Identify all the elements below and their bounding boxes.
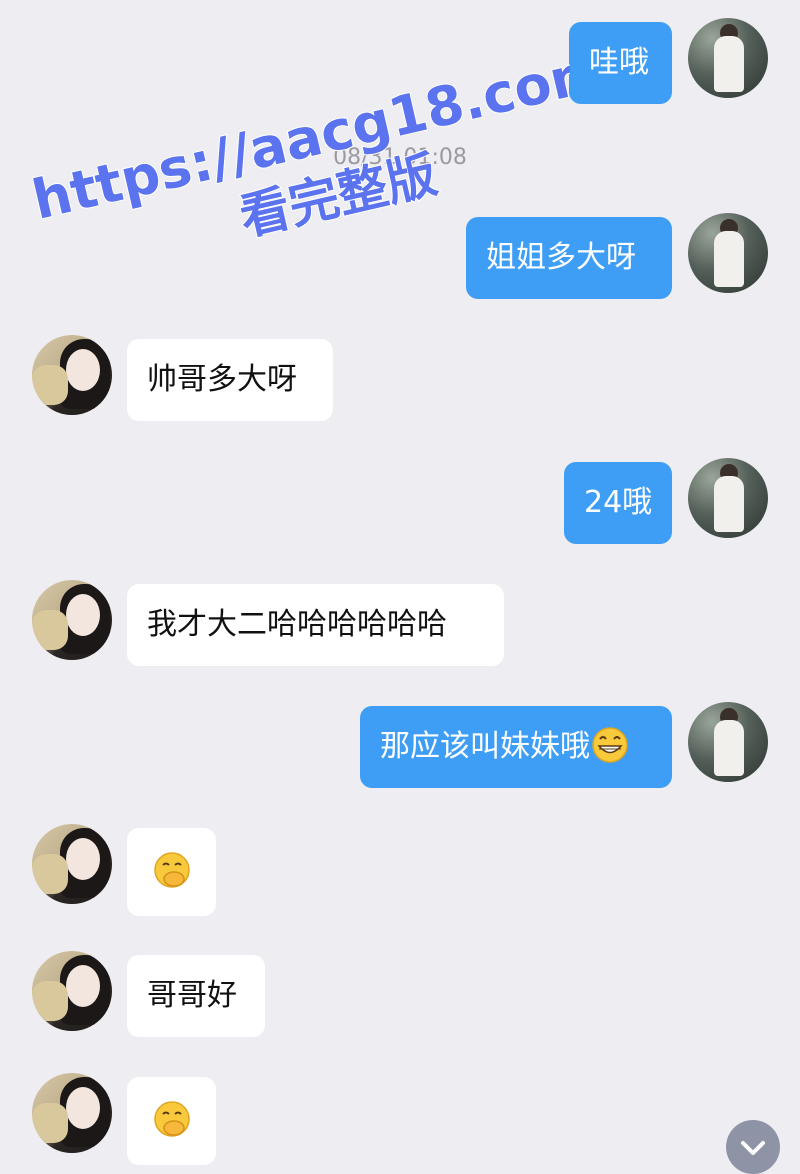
message-text: 那应该叫妹妹哦 xyxy=(380,729,590,764)
message-text: 我才大二哈哈哈哈哈哈 xyxy=(147,607,447,642)
hand-over-mouth-emoji-icon xyxy=(153,851,190,888)
contact-avatar[interactable] xyxy=(32,824,112,904)
chevron-down-icon xyxy=(741,1141,765,1155)
message-bubble-outgoing[interactable]: 24哦 xyxy=(564,462,672,544)
message-timestamp: 08/31 01:08 xyxy=(333,145,467,170)
message-bubble-incoming[interactable]: 哥哥好 xyxy=(127,955,265,1037)
contact-avatar[interactable] xyxy=(32,335,112,415)
message-bubble-incoming[interactable]: 我才大二哈哈哈哈哈哈 xyxy=(127,584,504,666)
message-text: 姐姐多大呀 xyxy=(486,240,636,275)
message-bubble-outgoing[interactable]: 哇哦 xyxy=(569,22,672,104)
contact-avatar[interactable] xyxy=(32,1073,112,1153)
message-text: 帅哥多大呀 xyxy=(147,362,297,397)
message-bubble-incoming[interactable] xyxy=(127,828,216,916)
my-avatar[interactable] xyxy=(688,18,768,98)
my-avatar[interactable] xyxy=(688,702,768,782)
scroll-to-bottom-button[interactable] xyxy=(726,1120,780,1174)
chat-view: 哇哦 08/31 01:08 姐姐多大呀 帅哥多大呀 24哦 我才大二哈哈哈哈哈… xyxy=(0,0,800,1174)
my-avatar[interactable] xyxy=(688,458,768,538)
message-text: 哇哦 xyxy=(589,45,649,80)
watermark-url: https://aacg18.com xyxy=(27,39,570,232)
message-bubble-outgoing[interactable]: 姐姐多大呀 xyxy=(466,217,672,299)
grin-emoji-icon xyxy=(592,726,628,763)
message-bubble-incoming[interactable]: 帅哥多大呀 xyxy=(127,339,333,421)
message-text: 哥哥好 xyxy=(147,978,237,1013)
contact-avatar[interactable] xyxy=(32,580,112,660)
message-bubble-incoming[interactable] xyxy=(127,1077,216,1165)
watermark: https://aacg18.com 看完整版 xyxy=(26,38,570,240)
hand-over-mouth-emoji-icon xyxy=(153,1100,190,1137)
message-text: 24哦 xyxy=(584,485,653,520)
message-bubble-outgoing[interactable]: 那应该叫妹妹哦 xyxy=(360,706,672,788)
my-avatar[interactable] xyxy=(688,213,768,293)
contact-avatar[interactable] xyxy=(32,951,112,1031)
